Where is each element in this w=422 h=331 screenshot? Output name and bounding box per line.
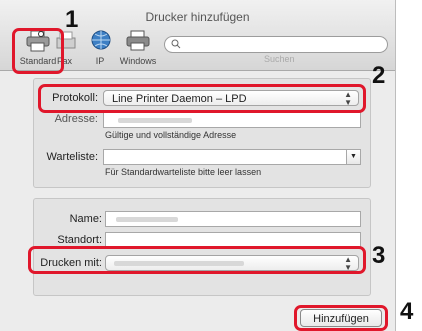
callout-box-2 [38,84,366,113]
address-value-redacted [118,118,192,123]
address-field[interactable] [103,112,361,128]
name-label: Name: [69,213,102,225]
globe-icon [91,30,111,50]
search-field[interactable] [164,36,388,53]
queue-label: Warteliste: [46,151,98,163]
callout-number-1: 1 [65,6,79,33]
chevron-down-icon[interactable]: ▼ [346,150,360,164]
toolbar-ip-label: IP [95,56,105,66]
callout-number-2: 2 [372,62,386,89]
toolbar-windows-button[interactable]: Windows [116,28,160,68]
window-title: Drucker hinzufügen [145,10,250,24]
callout-number-3: 3 [372,242,386,269]
callout-box-3 [28,246,366,274]
address-hint: Gültige und vollständige Adresse [105,130,237,140]
queue-hint: Für Standardwarteliste bitte leer lassen [105,167,262,177]
callout-box-1 [12,28,64,74]
name-field[interactable] [105,211,361,227]
toolbar-windows-label: Windows [119,56,157,66]
address-label: Adresse: [54,113,98,125]
toolbar-ip-button[interactable]: IP [86,28,114,68]
search-input[interactable] [185,38,384,52]
search-icon [171,39,181,49]
search-label: Suchen [264,54,295,64]
queue-field[interactable]: ▼ [103,149,361,165]
windows-printer-icon [126,30,150,51]
callout-number-4: 4 [400,298,414,325]
name-value-redacted [116,217,178,222]
callout-box-4 [294,305,388,331]
location-label: Standort: [57,234,102,246]
